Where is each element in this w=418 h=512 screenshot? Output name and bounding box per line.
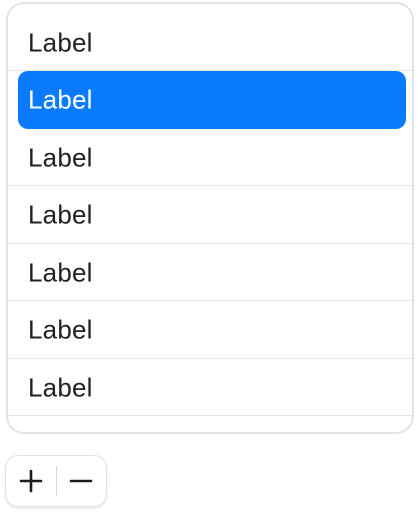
list-item[interactable]: Label bbox=[8, 129, 412, 186]
list-item[interactable]: Label bbox=[8, 14, 412, 71]
list-item-label: Label bbox=[28, 142, 93, 172]
list-item-label: Label bbox=[28, 314, 93, 344]
list-item-selected[interactable]: Label bbox=[18, 71, 406, 129]
list-item-label: Label bbox=[28, 372, 93, 402]
list-item[interactable]: Label bbox=[8, 359, 412, 416]
list-item[interactable]: Label bbox=[8, 301, 412, 358]
remove-button[interactable] bbox=[56, 456, 106, 506]
row-separator bbox=[8, 415, 412, 416]
list-item-label: Label bbox=[28, 199, 93, 229]
list-item-label: Label bbox=[28, 84, 93, 115]
list-item[interactable]: Label bbox=[8, 186, 412, 243]
minus-icon bbox=[69, 479, 93, 483]
list-controls bbox=[6, 456, 106, 506]
plus-icon bbox=[19, 469, 43, 493]
label-list[interactable]: Label Label Label Label Label Label Labe… bbox=[6, 2, 414, 434]
list-item-label: Label bbox=[28, 257, 93, 287]
add-button[interactable] bbox=[6, 456, 56, 506]
list-item-label: Label bbox=[28, 27, 93, 57]
list-item[interactable]: Label bbox=[8, 244, 412, 301]
